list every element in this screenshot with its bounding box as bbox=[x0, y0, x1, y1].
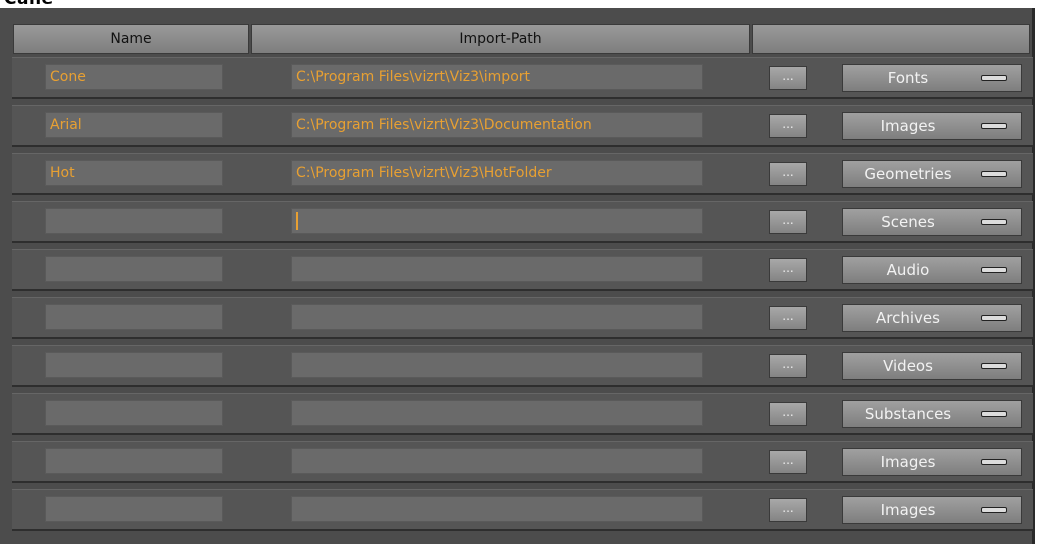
dropdown-bar-icon bbox=[981, 363, 1007, 369]
browse-button[interactable]: ... bbox=[769, 306, 807, 330]
type-dropdown-label: Images bbox=[880, 117, 936, 135]
window-title: Cane bbox=[4, 0, 54, 8]
name-field[interactable] bbox=[45, 256, 223, 282]
import-path-field[interactable] bbox=[291, 496, 703, 522]
import-path-field[interactable]: C:\Program Files\vizrt\Viz3\HotFolder bbox=[291, 160, 703, 186]
dropdown-bar-icon bbox=[981, 123, 1007, 129]
dropdown-bar-icon bbox=[981, 219, 1007, 225]
dropdown-bar-icon bbox=[981, 171, 1007, 177]
type-dropdown[interactable]: Videos bbox=[842, 352, 1022, 380]
import-path-field[interactable] bbox=[291, 352, 703, 378]
text-caret bbox=[296, 212, 298, 230]
column-header-path-label: Import-Path bbox=[459, 31, 542, 47]
type-dropdown[interactable]: Scenes bbox=[842, 208, 1022, 236]
type-dropdown-label: Geometries bbox=[864, 165, 952, 183]
name-field[interactable] bbox=[45, 496, 223, 522]
name-field[interactable] bbox=[45, 400, 223, 426]
type-dropdown[interactable]: Fonts bbox=[842, 64, 1022, 92]
import-path-field[interactable] bbox=[291, 448, 703, 474]
browse-button[interactable]: ... bbox=[769, 210, 807, 234]
browse-button[interactable]: ... bbox=[769, 114, 807, 138]
type-dropdown[interactable]: Images bbox=[842, 448, 1022, 476]
type-dropdown-label: Videos bbox=[883, 357, 933, 375]
name-field[interactable] bbox=[45, 448, 223, 474]
type-dropdown-label: Images bbox=[880, 453, 936, 471]
import-path-row: Hot C:\Program Files\vizrt\Viz3\HotFolder… bbox=[12, 153, 1033, 195]
browse-button[interactable]: ... bbox=[769, 402, 807, 426]
import-path-row: ... Audio bbox=[12, 249, 1033, 291]
type-dropdown-label: Substances bbox=[864, 405, 952, 423]
type-dropdown[interactable]: Audio bbox=[842, 256, 1022, 284]
browse-button[interactable]: ... bbox=[769, 162, 807, 186]
type-dropdown-label: Scenes bbox=[881, 213, 935, 231]
import-path-row: ... Substances bbox=[12, 393, 1033, 435]
import-path-row: ... Videos bbox=[12, 345, 1033, 387]
dropdown-bar-icon bbox=[981, 411, 1007, 417]
import-path-row: ... Scenes bbox=[12, 201, 1033, 243]
type-dropdown-label: Archives bbox=[876, 309, 940, 327]
name-field[interactable]: Arial bbox=[45, 112, 223, 138]
import-paths-panel: Name Import-Path Cone C:\Program Files\vi… bbox=[0, 8, 1035, 544]
type-dropdown[interactable]: Substances bbox=[842, 400, 1022, 428]
dropdown-bar-icon bbox=[981, 75, 1007, 81]
import-path-field[interactable]: C:\Program Files\vizrt\Viz3\import bbox=[291, 64, 703, 90]
import-path-field[interactable] bbox=[291, 304, 703, 330]
type-dropdown-label: Audio bbox=[886, 261, 930, 279]
dropdown-bar-icon bbox=[981, 459, 1007, 465]
browse-button[interactable]: ... bbox=[769, 450, 807, 474]
import-path-field[interactable] bbox=[291, 208, 703, 234]
type-dropdown[interactable]: Archives bbox=[842, 304, 1022, 332]
import-path-field[interactable]: C:\Program Files\vizrt\Viz3\Documentatio… bbox=[291, 112, 703, 138]
browse-button[interactable]: ... bbox=[769, 258, 807, 282]
column-header-name-label: Name bbox=[110, 31, 152, 47]
import-path-row: ... Images bbox=[12, 489, 1033, 531]
browse-button[interactable]: ... bbox=[769, 498, 807, 522]
browse-button[interactable]: ... bbox=[769, 354, 807, 378]
import-path-row: ... Images bbox=[12, 441, 1033, 483]
window-title-strip: Cane bbox=[0, 0, 1056, 8]
name-field[interactable]: Hot bbox=[45, 160, 223, 186]
name-field[interactable] bbox=[45, 208, 223, 234]
name-field[interactable] bbox=[45, 304, 223, 330]
import-path-field[interactable] bbox=[291, 400, 703, 426]
import-path-row: ... Archives bbox=[12, 297, 1033, 339]
type-dropdown[interactable]: Images bbox=[842, 496, 1022, 524]
type-dropdown-label: Images bbox=[880, 501, 936, 519]
type-dropdown[interactable]: Geometries bbox=[842, 160, 1022, 188]
browse-button[interactable]: ... bbox=[769, 66, 807, 90]
import-path-row: Cone C:\Program Files\vizrt\Viz3\import..… bbox=[12, 57, 1033, 99]
type-dropdown-label: Fonts bbox=[887, 69, 929, 87]
column-header-name[interactable]: Name bbox=[13, 24, 249, 54]
column-header-extra[interactable] bbox=[752, 24, 1030, 54]
type-dropdown[interactable]: Images bbox=[842, 112, 1022, 140]
dropdown-bar-icon bbox=[981, 507, 1007, 513]
import-path-field[interactable] bbox=[291, 256, 703, 282]
name-field[interactable]: Cone bbox=[45, 64, 223, 90]
import-path-row: Arial C:\Program Files\vizrt\Viz3\Documen… bbox=[12, 105, 1033, 147]
dropdown-bar-icon bbox=[981, 315, 1007, 321]
dropdown-bar-icon bbox=[981, 267, 1007, 273]
column-header-import-path[interactable]: Import-Path bbox=[251, 24, 750, 54]
name-field[interactable] bbox=[45, 352, 223, 378]
